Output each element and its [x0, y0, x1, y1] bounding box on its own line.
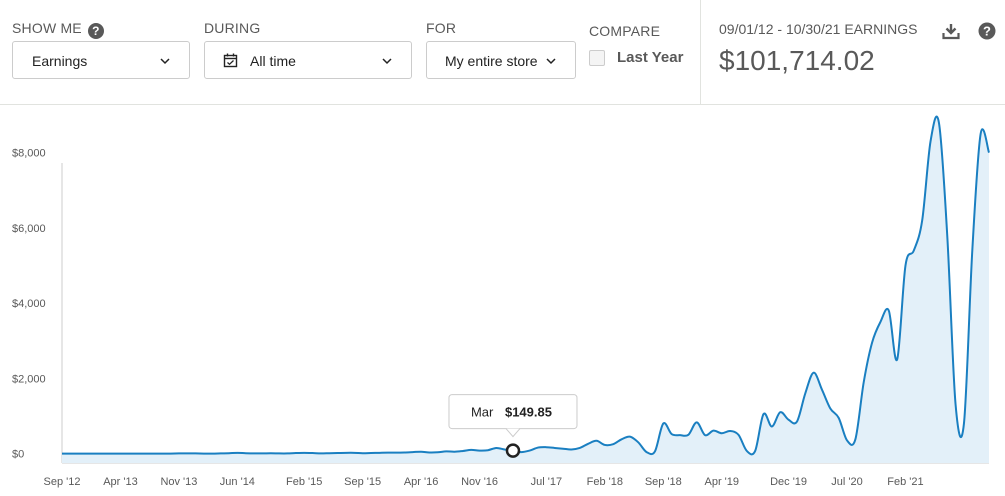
show-me-value: Earnings	[32, 53, 88, 69]
x-tick-label: Sep '15	[344, 476, 381, 488]
y-tick-label: $8,000	[12, 148, 46, 160]
x-tick-label: Nov '16	[461, 476, 498, 488]
compare-label: COMPARE	[589, 23, 661, 39]
y-tick-label: $0	[12, 449, 24, 461]
x-tick-label: Apr '19	[704, 476, 739, 488]
x-tick-label: Feb '18	[587, 476, 623, 488]
x-tick-label: Jul '17	[531, 476, 562, 488]
y-tick-label: $6,000	[12, 223, 46, 235]
hover-point[interactable]	[505, 443, 521, 458]
for-dropdown[interactable]: My entire store	[426, 41, 576, 79]
tooltip-value: $149.85	[505, 405, 552, 420]
x-tick-label: Sep '12	[44, 476, 81, 488]
last-year-label[interactable]: Last Year	[617, 49, 683, 66]
calendar-icon	[223, 53, 238, 68]
show-me-label: SHOW ME?	[12, 20, 104, 39]
x-tick-label: Feb '21	[887, 476, 923, 488]
chart-tooltip: Mar $149.85	[448, 394, 578, 438]
last-year-checkbox[interactable]	[589, 50, 605, 66]
x-tick-label: Jul '20	[831, 476, 862, 488]
show-me-dropdown[interactable]: Earnings	[12, 41, 190, 79]
x-tick-label: Apr '13	[103, 476, 138, 488]
x-tick-label: Apr '16	[404, 476, 439, 488]
x-tick-label: Dec '19	[770, 476, 807, 488]
x-tick-label: Jun '14	[220, 476, 255, 488]
earnings-chart: $8,000 $6,000 $4,000 $2,000 $0 Sep '12 Apr '1…	[12, 115, 990, 488]
chevron-down-icon	[160, 58, 170, 65]
y-tick-label: $2,000	[12, 373, 46, 385]
question-circle-icon[interactable]: ?	[87, 23, 104, 39]
during-dropdown[interactable]: All time	[204, 41, 412, 79]
x-tick-label: Nov '13	[160, 476, 197, 488]
tooltip-month: Mar	[471, 405, 494, 420]
tooltip-caret	[505, 428, 521, 438]
chevron-down-icon	[382, 58, 392, 65]
during-value: All time	[250, 53, 296, 69]
svg-text:?: ?	[983, 24, 991, 39]
download-icon[interactable]	[942, 22, 960, 40]
report-filter-bar: SHOW ME? Earnings DURING All time FOR My…	[0, 0, 1005, 105]
y-tick-label: $4,000	[12, 298, 46, 310]
for-label: FOR	[426, 20, 457, 36]
question-circle-icon[interactable]: ?	[978, 22, 996, 40]
date-range-label: 09/01/12 - 10/30/21 EARNINGS	[719, 21, 918, 37]
during-label: DURING	[204, 20, 261, 36]
x-tick-label: Feb '15	[286, 476, 322, 488]
earnings-total: $101,714.02	[719, 45, 875, 76]
x-tick-label: Sep '18	[645, 476, 682, 488]
header-divider	[700, 0, 701, 104]
chevron-down-icon	[546, 58, 556, 65]
for-value: My entire store	[445, 53, 538, 69]
